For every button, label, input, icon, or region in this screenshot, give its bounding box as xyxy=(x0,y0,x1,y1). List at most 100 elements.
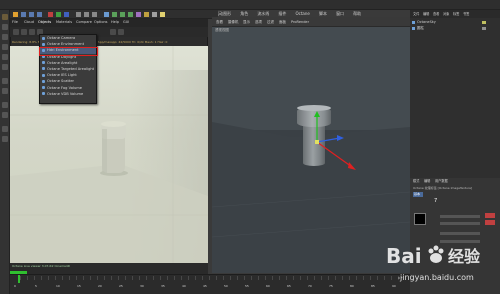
watermark-brand-suffix: 经验 xyxy=(448,247,481,266)
camera-icon[interactable] xyxy=(152,12,157,17)
model-mode-icon[interactable] xyxy=(2,24,8,30)
octane-menu-options[interactable]: Options xyxy=(94,20,108,25)
object-row-octanesky[interactable]: OctaneSky xyxy=(412,20,496,25)
octane-menu-gui[interactable]: GUI xyxy=(123,20,129,25)
polygons-mode-icon[interactable] xyxy=(2,64,8,70)
om-menu-objects[interactable]: 对象 xyxy=(443,12,449,17)
timeline-frame-labels: 0 5 10 15 20 25 30 35 40 45 50 55 60 65 … xyxy=(14,284,409,290)
object-manager-menu: 文件 编辑 查看 对象 标签 书签 xyxy=(410,10,500,18)
spline-icon[interactable] xyxy=(112,12,117,17)
move-icon[interactable] xyxy=(21,12,26,17)
frame-label: 75 xyxy=(329,284,333,288)
octane-menu-file[interactable]: File xyxy=(12,20,18,25)
object-row-cylinder[interactable]: 圆柱 xyxy=(412,26,496,31)
light-icon[interactable] xyxy=(160,12,165,17)
cylinder-icon xyxy=(412,27,415,30)
octane-status-text: Octane Live viewer 3.07-R2 Cinema4D xyxy=(12,264,71,268)
octane-menu-compare[interactable]: Compare xyxy=(76,20,92,25)
grid-icon[interactable] xyxy=(2,136,8,142)
frame-label: 20 xyxy=(98,284,102,288)
paw-icon xyxy=(428,245,444,263)
menu-item-octane-vdb-volume[interactable]: Octane VDB Volume xyxy=(40,91,96,97)
pause-icon[interactable] xyxy=(29,29,35,35)
octane-menu-materials[interactable]: Materials xyxy=(56,20,72,25)
tag-icon xyxy=(482,21,486,24)
object-name: 圆柱 xyxy=(417,26,424,30)
select-icon[interactable] xyxy=(13,12,18,17)
edges-mode-icon[interactable] xyxy=(2,54,8,60)
render-settings-icon[interactable] xyxy=(92,12,97,17)
attr-tab-basic[interactable]: 基本 xyxy=(413,192,423,197)
workplane-icon[interactable] xyxy=(2,112,8,118)
snap-icon[interactable] xyxy=(2,102,8,108)
send-scene-icon[interactable] xyxy=(13,29,19,35)
octane-menu-objects[interactable]: Objects xyxy=(38,20,51,25)
attr-menu-userdata[interactable]: 用户数据 xyxy=(435,179,448,184)
ies-light-icon xyxy=(42,73,45,77)
points-mode-icon[interactable] xyxy=(2,44,8,50)
attr-value: 7 xyxy=(434,198,438,204)
menu-octane[interactable]: Octane xyxy=(296,11,310,16)
axis-mode-icon[interactable] xyxy=(2,78,8,84)
frame-label: 85 xyxy=(371,284,375,288)
object-list: OctaneSky 圆柱 xyxy=(410,18,500,178)
deformer-icon[interactable] xyxy=(136,12,141,17)
octane-menu-help[interactable]: Help xyxy=(111,20,119,25)
color-swatch[interactable] xyxy=(414,213,426,225)
timeline-ticks xyxy=(20,276,400,280)
om-menu-tags[interactable]: 标签 xyxy=(453,12,459,17)
texture-mode-icon[interactable] xyxy=(2,34,8,40)
viewport-menu-display[interactable]: 显示 xyxy=(243,20,250,25)
array-icon[interactable] xyxy=(128,12,133,17)
frame-label: 5 xyxy=(35,284,37,288)
restart-icon[interactable] xyxy=(21,29,27,35)
playhead[interactable] xyxy=(18,275,20,283)
cube-icon[interactable] xyxy=(104,12,109,17)
lock-icon[interactable] xyxy=(2,126,8,132)
rotate-icon[interactable] xyxy=(37,12,42,17)
frame-label: 60 xyxy=(266,284,270,288)
frame-label: 45 xyxy=(203,284,207,288)
move-gizmo[interactable] xyxy=(300,110,370,180)
om-menu-file[interactable]: 文件 xyxy=(413,12,419,17)
red-button[interactable] xyxy=(485,213,495,218)
attr-slider-2[interactable] xyxy=(440,222,480,225)
attr-slider-3[interactable] xyxy=(440,232,480,235)
octane-menu-cloud[interactable]: Cloud xyxy=(24,20,34,25)
frame-label: 55 xyxy=(245,284,249,288)
arealight-icon xyxy=(42,61,45,65)
attr-menu-edit[interactable]: 编辑 xyxy=(424,179,430,184)
scatter-icon xyxy=(42,79,45,83)
viewport-menu-options[interactable]: 选项 xyxy=(255,20,262,25)
render-view-icon[interactable] xyxy=(76,12,81,17)
viewport-menu-cameras[interactable]: 摄像机 xyxy=(228,20,239,25)
region-icon[interactable] xyxy=(110,29,116,35)
tweak-icon[interactable] xyxy=(2,88,8,94)
highlight-annotation-box xyxy=(39,47,98,56)
scale-icon[interactable] xyxy=(29,12,34,17)
z-axis-icon[interactable] xyxy=(64,12,69,17)
nurbs-icon[interactable] xyxy=(120,12,125,17)
viewport-menu-prorender[interactable]: ProRender xyxy=(291,20,309,25)
camera-icon xyxy=(42,36,45,40)
octane-status-bar: Octane Live viewer 3.07-R2 Cinema4D xyxy=(10,263,208,271)
lock-view-icon[interactable] xyxy=(118,29,124,35)
viewport-menu-bar: 查看 摄像机 显示 选项 过滤 面板 ProRender xyxy=(212,17,410,27)
scene-icon[interactable] xyxy=(144,12,149,17)
om-menu-view[interactable]: 查看 xyxy=(433,12,439,17)
red-button[interactable] xyxy=(485,220,495,225)
attr-slider-1[interactable] xyxy=(440,215,480,218)
viewport-menu-panel[interactable]: 面板 xyxy=(279,20,286,25)
om-menu-bookmarks[interactable]: 书签 xyxy=(463,12,469,17)
menu-bar: 文件 编辑 创建 选择 工具 网格 捕捉 动画 模拟 渲染 雕刻 运动跟踪 运动… xyxy=(0,0,500,16)
render-picture-icon[interactable] xyxy=(84,12,89,17)
octane-menu-bar: File Cloud Objects Materials Compare Opt… xyxy=(10,19,208,27)
x-axis-icon[interactable] xyxy=(48,12,53,17)
undo-icon[interactable] xyxy=(2,14,8,20)
attr-menu-mode[interactable]: 模式 xyxy=(413,179,419,184)
y-axis-icon[interactable] xyxy=(56,12,61,17)
viewport-menu-filter[interactable]: 过滤 xyxy=(267,20,274,25)
om-menu-edit[interactable]: 编辑 xyxy=(423,12,429,17)
frame-label: 50 xyxy=(224,284,228,288)
viewport-menu-view[interactable]: 查看 xyxy=(216,20,223,25)
